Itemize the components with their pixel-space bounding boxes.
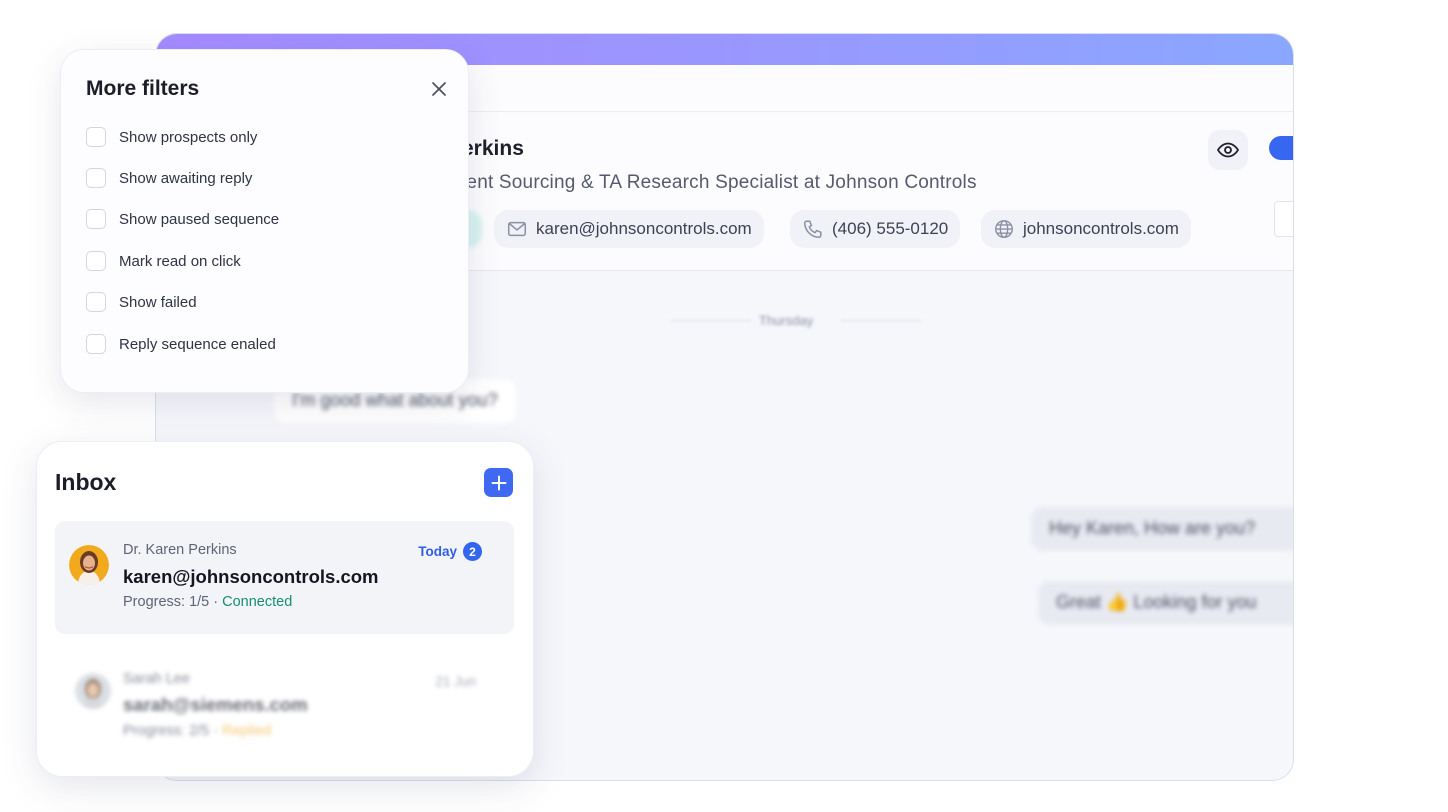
- checkbox[interactable]: [86, 292, 106, 312]
- contact-name: Dr. Karen Perkins: [123, 542, 237, 558]
- website-chip[interactable]: johnsoncontrols.com: [981, 210, 1191, 248]
- filter-show-prospects[interactable]: Show prospects only: [86, 126, 257, 148]
- avatar: [75, 673, 111, 709]
- contact-name: erkins: [462, 137, 524, 160]
- contact-role: lent Sourcing & TA Research Specialist a…: [462, 172, 977, 193]
- more-options-button[interactable]: [1274, 201, 1293, 237]
- filter-reply-sequence[interactable]: Reply sequence enaled: [86, 333, 276, 355]
- contact-name: Sarah Lee: [123, 671, 190, 687]
- conversation-date: 21 Jun: [435, 674, 476, 689]
- phone-icon: [804, 220, 822, 238]
- checkbox[interactable]: [86, 168, 106, 188]
- checkbox[interactable]: [86, 209, 106, 229]
- filter-label: Show failed: [119, 293, 197, 311]
- checkbox[interactable]: [86, 334, 106, 354]
- filter-label: Show awaiting reply: [119, 169, 253, 187]
- filter-label: Show paused sequence: [119, 210, 280, 228]
- more-filters-panel: More filters Show prospects only Show aw…: [60, 49, 469, 393]
- inbox-title: Inbox: [55, 469, 117, 495]
- day-separator-label: Thursday: [759, 313, 814, 328]
- outgoing-message: Great 👍 Looking for you: [1038, 581, 1293, 625]
- status-label: Replied: [222, 723, 272, 739]
- progress-text: Progress: 1/5 · Connected: [123, 594, 292, 610]
- status-label: Connected: [222, 594, 293, 610]
- website-text: johnsoncontrols.com: [1023, 219, 1179, 238]
- filter-mark-read[interactable]: Mark read on click: [86, 250, 241, 272]
- filter-label: Mark read on click: [119, 252, 241, 270]
- phone-chip[interactable]: (406) 555-0120: [790, 210, 961, 248]
- day-separator: Thursday: [671, 311, 921, 331]
- filters-title: More filters: [86, 77, 200, 100]
- plus-icon: [491, 475, 506, 490]
- email-chip[interactable]: karen@johnsoncontrols.com: [494, 210, 764, 248]
- close-button[interactable]: [428, 78, 450, 100]
- conversation-item[interactable]: Sarah Lee sarah@siemens.com Progress: 2/…: [55, 655, 514, 768]
- progress-label: Progress: 1/5 ·: [123, 594, 223, 610]
- unread-badge: 2: [463, 542, 482, 561]
- inbox-card: Inbox Dr. Karen Perkins karen@johnsoncon…: [36, 441, 534, 777]
- avatar: [69, 545, 109, 585]
- progress-text: Progress: 2/5 · Replied: [123, 723, 271, 739]
- progress-label: Progress: 2/5 ·: [123, 723, 223, 739]
- filter-paused-sequence[interactable]: Show paused sequence: [86, 208, 279, 230]
- checkbox[interactable]: [86, 251, 106, 271]
- filter-label: Show prospects only: [119, 128, 258, 146]
- sequence-toggle[interactable]: [1269, 136, 1293, 160]
- globe-icon: [995, 220, 1013, 238]
- eye-icon: [1216, 142, 1240, 158]
- close-icon: [432, 82, 446, 96]
- phone-text: (406) 555-0120: [832, 219, 949, 238]
- email-text: karen@johnsoncontrols.com: [536, 219, 752, 238]
- conversation-item[interactable]: Dr. Karen Perkins karen@johnsoncontrols.…: [55, 521, 514, 634]
- conversation-date: Today: [418, 544, 457, 559]
- filter-show-failed[interactable]: Show failed: [86, 291, 197, 313]
- checkbox[interactable]: [86, 127, 106, 147]
- filter-label: Reply sequence enaled: [119, 335, 276, 353]
- mail-icon: [508, 221, 526, 237]
- add-conversation-button[interactable]: [484, 468, 513, 497]
- outgoing-message: Hey Karen, How are you?: [1031, 507, 1293, 551]
- visibility-button[interactable]: [1208, 130, 1248, 170]
- filter-awaiting-reply[interactable]: Show awaiting reply: [86, 167, 252, 189]
- contact-email: sarah@siemens.com: [123, 694, 308, 715]
- contact-email: karen@johnsoncontrols.com: [123, 566, 379, 587]
